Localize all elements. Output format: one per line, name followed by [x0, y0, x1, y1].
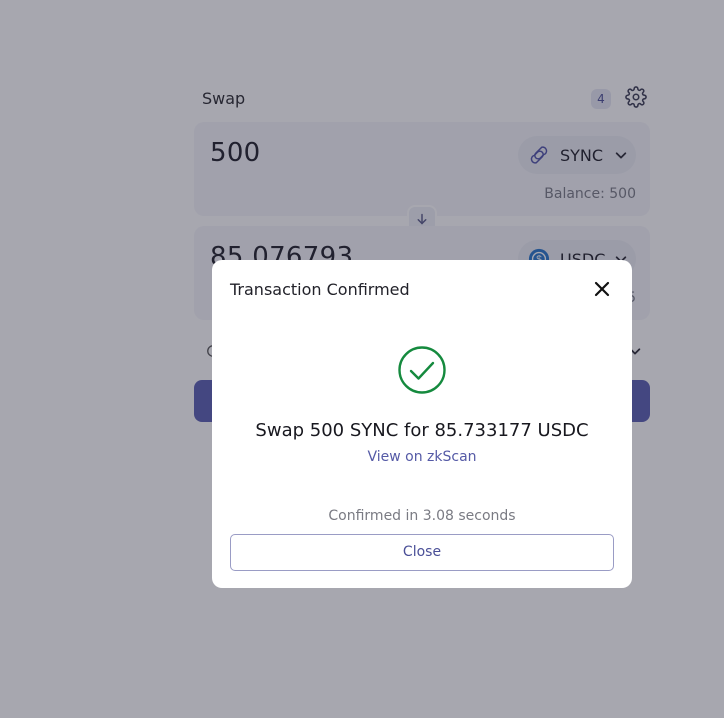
confirmation-time: Confirmed in 3.08 seconds — [328, 508, 516, 524]
transaction-confirmed-modal: Transaction Confirmed Swap 500 SYNC for … — [212, 260, 632, 588]
close-button[interactable]: Close — [230, 534, 614, 571]
close-icon[interactable] — [592, 279, 612, 299]
swap-summary: Swap 500 SYNC for 85.733177 USDC — [255, 420, 589, 441]
check-circle-icon — [398, 346, 446, 394]
view-on-zkscan-link[interactable]: View on zkScan — [367, 449, 476, 465]
modal-title: Transaction Confirmed — [230, 280, 410, 299]
